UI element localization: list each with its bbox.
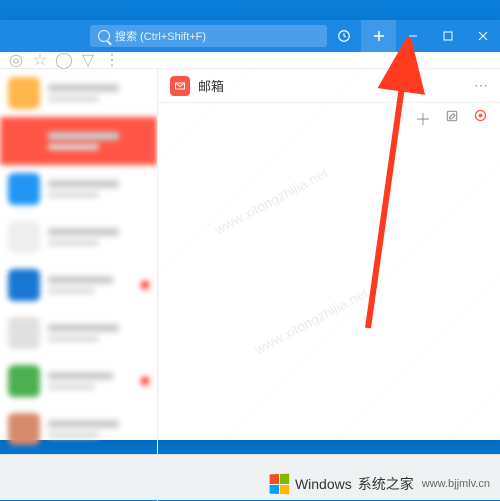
search-input[interactable]: 搜索 (Ctrl+Shift+F): [90, 25, 327, 47]
new-tab-button[interactable]: [361, 20, 396, 52]
maximize-button[interactable]: [431, 20, 466, 52]
brand-subtext: 系统之家: [358, 474, 414, 494]
main-body: www.xitongzhijia.net www.xitongzhijia.ne…: [158, 133, 500, 501]
toolbar-icon-3[interactable]: ◯: [56, 52, 72, 68]
watermark: www.xitongzhijia.net: [252, 284, 371, 357]
list-item[interactable]: [0, 165, 157, 213]
close-button[interactable]: [465, 20, 500, 52]
search-placeholder: 搜索 (Ctrl+Shift+F): [115, 28, 206, 44]
toolbar-icon-4[interactable]: ▽: [80, 52, 96, 68]
list-item[interactable]: [0, 213, 157, 261]
brand-text: Windows: [295, 476, 352, 492]
list-item[interactable]: [0, 261, 157, 309]
toolbar: ◎ ☆ ◯ ▽ ⋮: [0, 52, 500, 69]
main-panel: 邮箱 ⋯ ＋ www.xitongzhijia.net www.xitongzh…: [158, 69, 500, 501]
compose-button[interactable]: [445, 109, 459, 128]
list-item[interactable]: [0, 309, 157, 357]
main-toolbar: ＋: [158, 103, 500, 133]
main-header: 邮箱 ⋯: [158, 69, 500, 103]
windows-logo-icon: [270, 474, 290, 495]
add-button[interactable]: ＋: [415, 106, 431, 130]
list-item[interactable]: [0, 69, 157, 117]
toolbar-icon-2[interactable]: ☆: [32, 52, 48, 68]
minimize-button[interactable]: [396, 20, 431, 52]
brand-url: www.bjjmlv.cn: [422, 478, 490, 490]
list-item[interactable]: [0, 405, 157, 453]
list-item[interactable]: [0, 117, 157, 165]
settings-button[interactable]: [473, 108, 488, 128]
mail-icon: [170, 76, 190, 96]
page-title: 邮箱: [198, 76, 466, 95]
toolbar-icon-5[interactable]: ⋮: [104, 52, 120, 68]
toolbar-icon-1[interactable]: ◎: [8, 52, 24, 68]
search-icon: [98, 30, 110, 42]
list-item[interactable]: [0, 357, 157, 405]
history-button[interactable]: [327, 20, 362, 52]
titlebar: 搜索 (Ctrl+Shift+F): [0, 20, 500, 52]
watermark: www.xitongzhijia.net: [212, 164, 331, 237]
more-button[interactable]: ⋯: [474, 77, 488, 94]
sidebar: [0, 69, 158, 501]
footer-brand: Windows 系统之家 www.bjjmlv.cn: [269, 474, 490, 494]
app-window: 搜索 (Ctrl+Shift+F) ◎ ☆ ◯ ▽ ⋮: [0, 20, 500, 440]
